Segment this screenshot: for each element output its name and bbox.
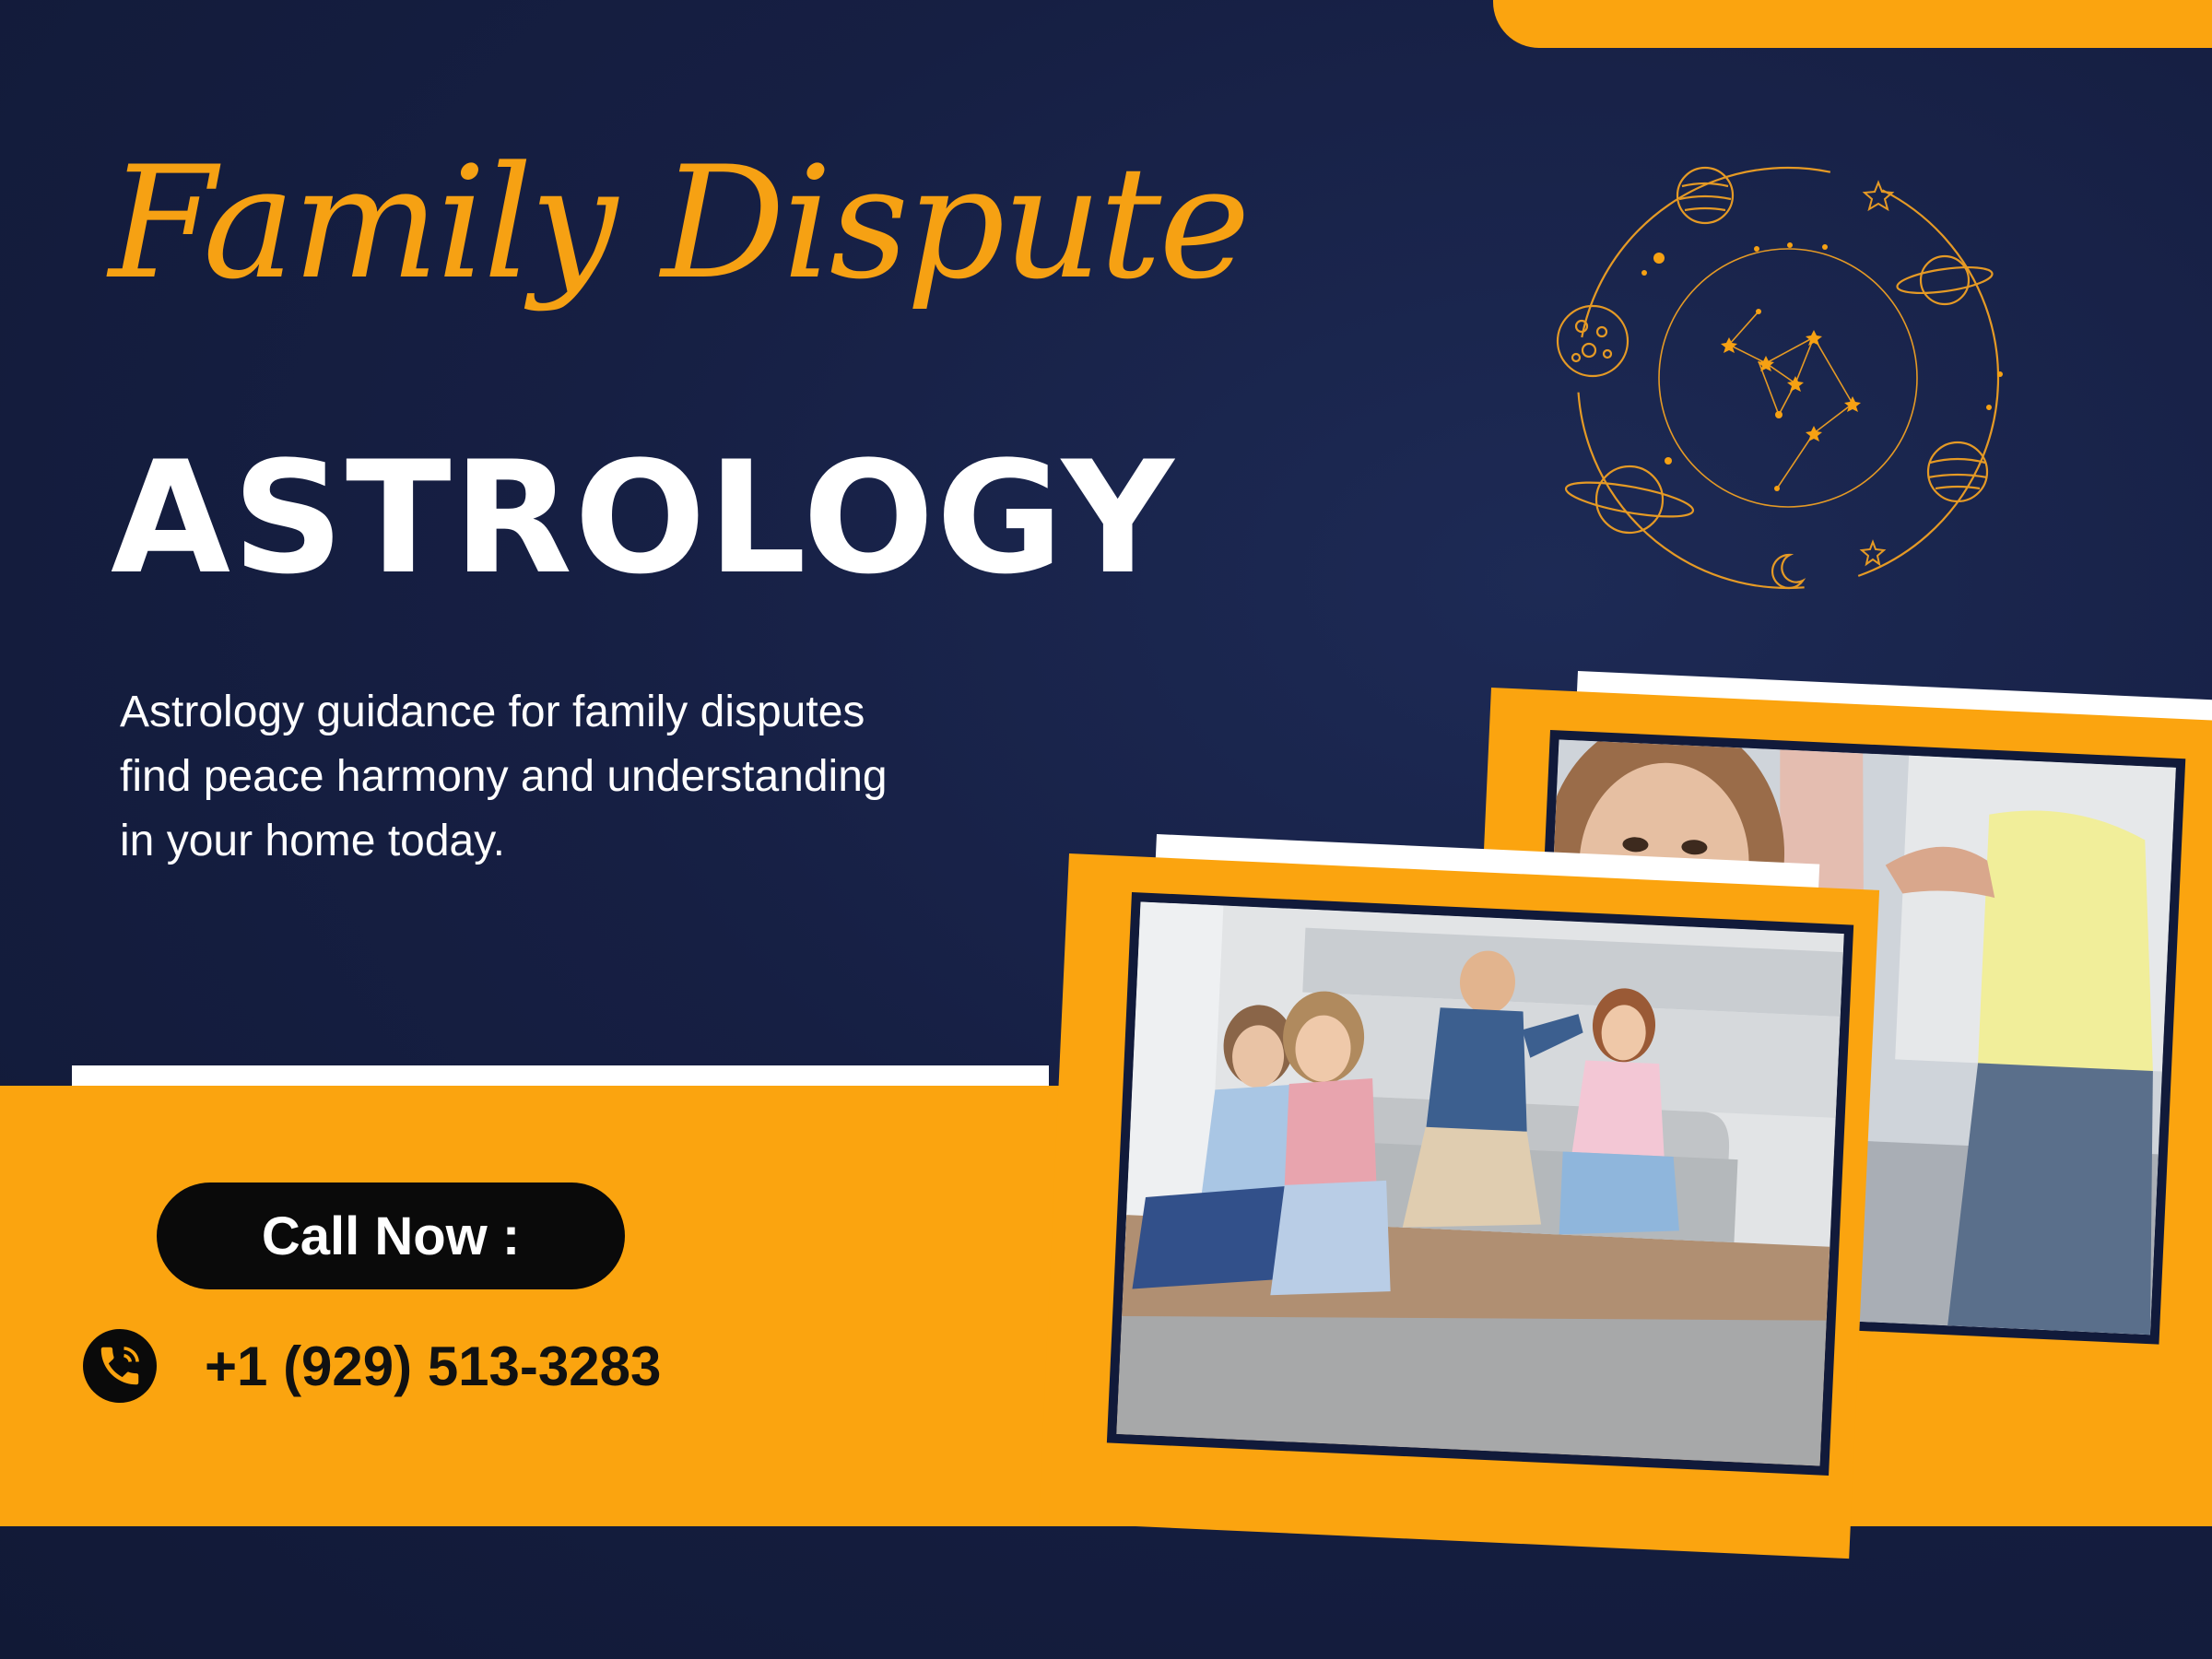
family-argument-photo xyxy=(1106,892,1854,1476)
script-title: Family Dispute xyxy=(109,133,1251,313)
ringed-planet-icon xyxy=(1896,254,1994,306)
planet-icon xyxy=(1676,166,1735,225)
moon-crater-planet-icon xyxy=(1556,304,1630,378)
crescent-moon-icon xyxy=(1771,553,1806,590)
family-argument-illustration xyxy=(1116,901,1844,1466)
phone-icon xyxy=(83,1329,157,1403)
saturn-planet-icon xyxy=(1564,465,1695,535)
main-title: ASTROLOGY xyxy=(111,428,1176,608)
description-line: Astrology guidance for family disputes xyxy=(120,688,865,736)
poster: Family Dispute ASTROLOGY Astrology guida… xyxy=(0,0,2212,1659)
zodiac-orbit-icon xyxy=(1556,166,2003,590)
description: Astrology guidance for family disputes f… xyxy=(120,680,1097,874)
call-now-button[interactable]: Call Now : xyxy=(157,1182,625,1289)
phone-contact[interactable]: +1 (929) 513-3283 xyxy=(83,1324,661,1407)
phone-number[interactable]: +1 (929) 513-3283 xyxy=(205,1335,661,1398)
top-accent-tab xyxy=(1493,0,2212,48)
description-line: in your home today. xyxy=(120,817,506,865)
bottom-white-strip xyxy=(72,1065,1049,1088)
description-line: find peace harmony and understanding xyxy=(120,752,888,801)
striped-planet-icon xyxy=(1926,441,1989,503)
